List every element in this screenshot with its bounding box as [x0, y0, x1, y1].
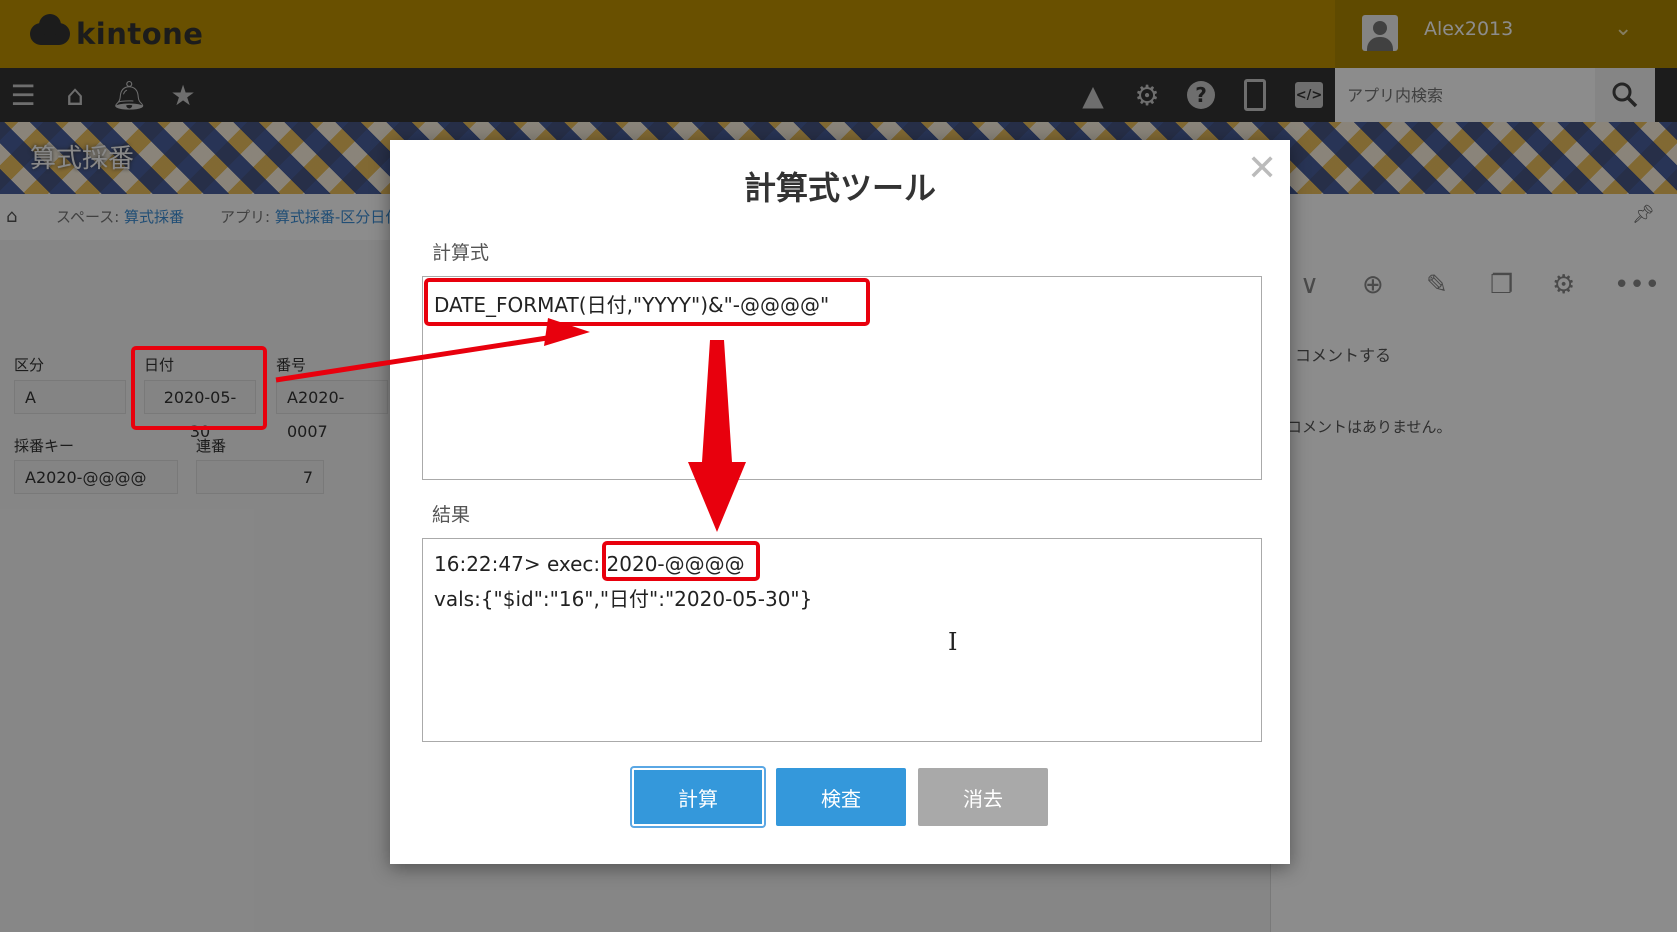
date-highlight-box [131, 346, 267, 430]
formula-tool-dialog [390, 140, 1290, 864]
check-button[interactable]: 検査 [776, 768, 906, 826]
formula-label: 計算式 [432, 242, 490, 264]
close-icon[interactable]: ✕ [1247, 148, 1277, 189]
text-cursor-icon: I [948, 628, 958, 656]
result-label: 結果 [432, 504, 471, 526]
result-highlight-box [602, 541, 760, 581]
clear-button[interactable]: 消去 [918, 768, 1048, 826]
dialog-title: 計算式ツール [743, 169, 936, 207]
calculate-button[interactable]: 計算 [632, 768, 764, 826]
result-vals-line: vals:{"$id":"16","日付":"2020-05-30"} [434, 587, 813, 611]
formula-highlight-box [424, 278, 870, 326]
